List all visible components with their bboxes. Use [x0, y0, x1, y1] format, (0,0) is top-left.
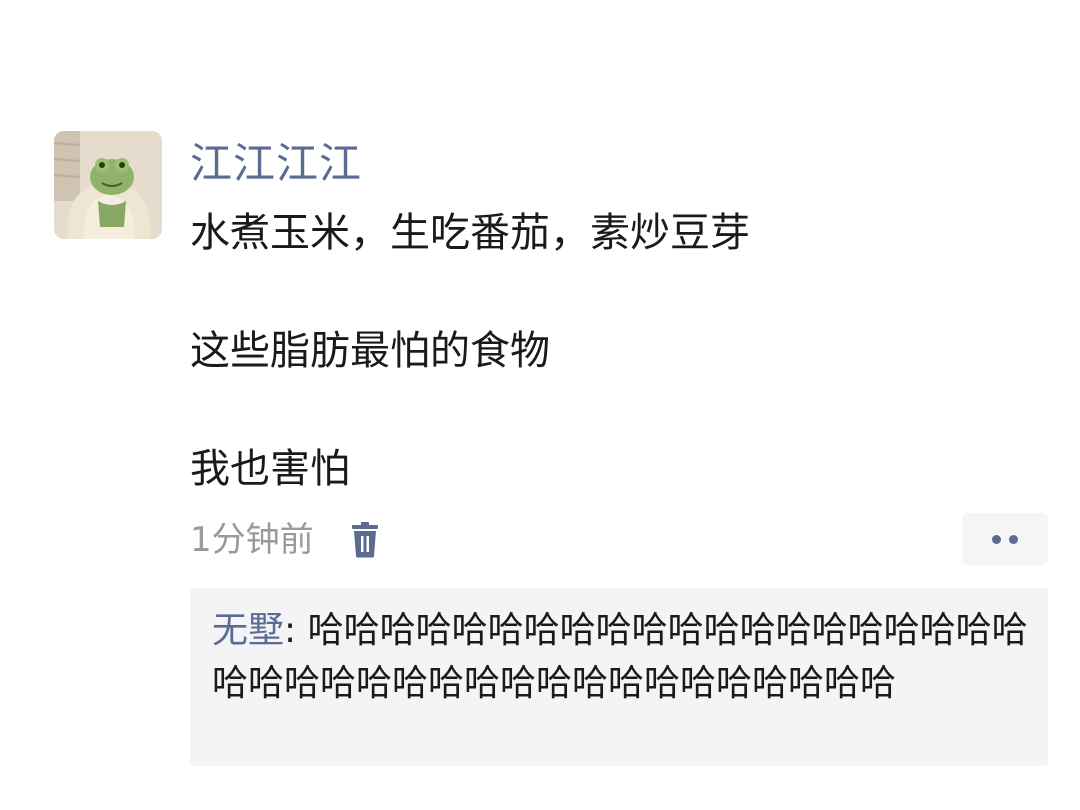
- reply-separator: :: [284, 610, 308, 651]
- more-dots-icon: [992, 534, 1001, 544]
- frog-avatar-image: [54, 131, 162, 239]
- reply-box[interactable]: 无墅: 哈哈哈哈哈哈哈哈哈哈哈哈哈哈哈哈哈哈哈哈哈哈哈哈哈哈哈哈哈哈哈哈哈哈哈哈…: [190, 588, 1048, 766]
- comment-meta: 1分钟前: [190, 515, 382, 565]
- avatar[interactable]: [54, 131, 162, 239]
- comment-timestamp: 1分钟前: [190, 520, 314, 560]
- comment-line: 我也害怕: [190, 446, 350, 492]
- comment-line: 这些脂肪最怕的食物: [190, 328, 550, 374]
- reply-author[interactable]: 无墅: [212, 610, 284, 651]
- comment-username[interactable]: 江江江江: [190, 136, 362, 192]
- more-options-button[interactable]: [962, 513, 1048, 565]
- comment-page: 江江江江 水煮玉米，生吃番茄，素炒豆芽 这些脂肪最怕的食物 我也害怕 1分钟前 …: [0, 0, 1080, 810]
- reply-content: 哈哈哈哈哈哈哈哈哈哈哈哈哈哈哈哈哈哈哈哈哈哈哈哈哈哈哈哈哈哈哈哈哈哈哈哈哈哈哈: [212, 610, 1028, 704]
- trash-icon[interactable]: [348, 520, 382, 560]
- more-dots-icon: [1009, 534, 1018, 544]
- comment-line: 水煮玉米，生吃番茄，素炒豆芽: [190, 210, 750, 256]
- reply-text-block: 无墅: 哈哈哈哈哈哈哈哈哈哈哈哈哈哈哈哈哈哈哈哈哈哈哈哈哈哈哈哈哈哈哈哈哈哈哈哈…: [212, 604, 1032, 710]
